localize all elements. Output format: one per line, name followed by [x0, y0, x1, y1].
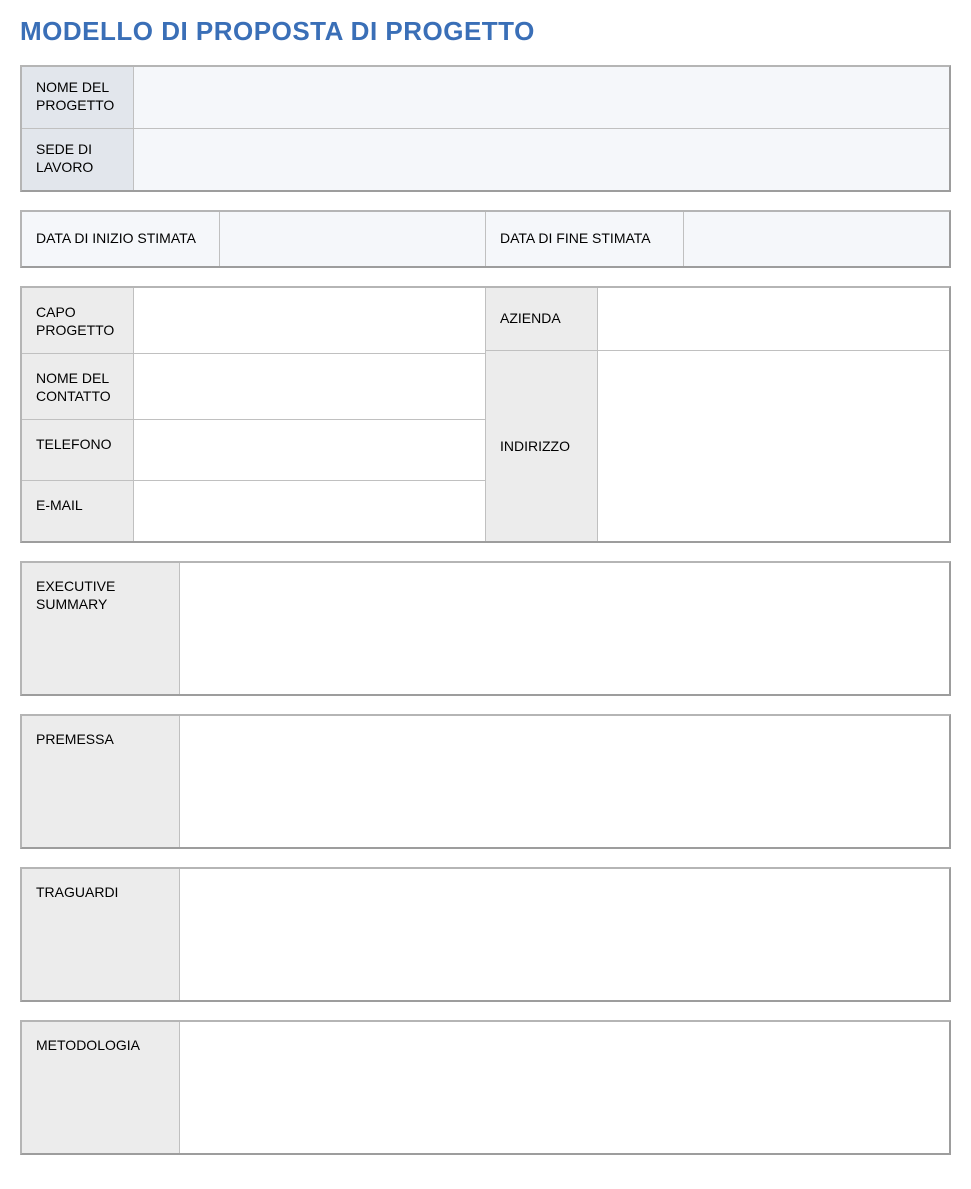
start-date-field[interactable]	[220, 212, 486, 266]
methodology-field[interactable]	[180, 1022, 949, 1153]
end-date-label: DATA DI FINE STIMATA	[486, 212, 684, 266]
project-name-field[interactable]	[134, 67, 949, 128]
project-header-panel: NOME DEL PROGETTO SEDE DI LAVORO	[20, 65, 951, 192]
goals-panel: TRAGUARDI	[20, 867, 951, 1002]
address-field[interactable]	[598, 351, 949, 541]
methodology-panel: METODOLOGIA	[20, 1020, 951, 1155]
phone-field[interactable]	[134, 420, 485, 480]
project-lead-field[interactable]	[134, 288, 485, 353]
contact-panel: CAPO PROGETTO NOME DEL CONTATTO TELEFONO…	[20, 286, 951, 543]
executive-summary-label: EXECUTIVE SUMMARY	[22, 563, 180, 694]
methodology-label: METODOLOGIA	[22, 1022, 180, 1153]
start-date-label: DATA DI INIZIO STIMATA	[22, 212, 220, 266]
contact-name-field[interactable]	[134, 354, 485, 419]
end-date-field[interactable]	[684, 212, 949, 266]
worksite-label: SEDE DI LAVORO	[22, 129, 134, 190]
page-title: MODELLO DI PROPOSTA DI PROGETTO	[20, 16, 951, 47]
worksite-field[interactable]	[134, 129, 949, 190]
dates-panel: DATA DI INIZIO STIMATA DATA DI FINE STIM…	[20, 210, 951, 268]
email-field[interactable]	[134, 481, 485, 541]
goals-label: TRAGUARDI	[22, 869, 180, 1000]
company-label: AZIENDA	[486, 288, 598, 350]
executive-summary-panel: EXECUTIVE SUMMARY	[20, 561, 951, 696]
premise-field[interactable]	[180, 716, 949, 847]
premise-panel: PREMESSA	[20, 714, 951, 849]
email-label: E-MAIL	[22, 481, 134, 541]
contact-name-label: NOME DEL CONTATTO	[22, 354, 134, 419]
phone-label: TELEFONO	[22, 420, 134, 480]
project-lead-label: CAPO PROGETTO	[22, 288, 134, 353]
goals-field[interactable]	[180, 869, 949, 1000]
company-field[interactable]	[598, 288, 949, 350]
project-name-label: NOME DEL PROGETTO	[22, 67, 134, 128]
address-label: INDIRIZZO	[486, 351, 598, 541]
premise-label: PREMESSA	[22, 716, 180, 847]
executive-summary-field[interactable]	[180, 563, 949, 694]
